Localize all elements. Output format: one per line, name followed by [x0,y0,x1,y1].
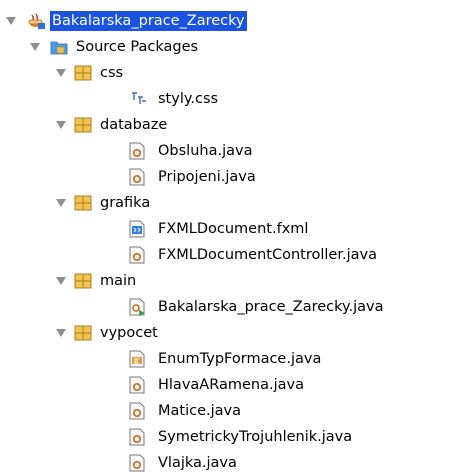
tree-node-package[interactable]: css [0,60,462,86]
tree-node-label: grafika [100,195,151,211]
expand-toggle-icon[interactable] [30,42,40,52]
package-icon [74,324,92,342]
tree-node-file[interactable]: FXMLDocument.fxml [0,216,462,242]
expand-toggle-icon[interactable] [56,328,66,338]
java-class-icon [128,402,146,420]
package-icon [74,272,92,290]
tree-node-label: FXMLDocumentController.java [158,247,377,263]
tree-node-label: Vlajka.java [158,455,237,471]
project-tree: Bakalarska_prace_Zarecky Source Packages… [0,0,462,472]
java-class-icon [128,246,146,264]
tree-node-label: SymetrickyTrojuhlenik.java [158,429,353,445]
tree-node-label: main [100,273,137,289]
package-icon [74,64,92,82]
tree-node-label: databaze [100,117,168,133]
tree-node-file[interactable]: SymetrickyTrojuhlenik.java [0,424,462,450]
java-enum-icon [128,350,146,368]
expand-toggle-icon[interactable] [56,198,66,208]
java-project-icon [26,12,45,30]
java-class-icon [128,376,146,394]
tree-node-package[interactable]: main [0,268,462,294]
tree-node-label: Obsluha.java [158,143,253,159]
tree-node-label: css [100,65,124,81]
tree-node-project[interactable]: Bakalarska_prace_Zarecky [0,8,462,34]
tree-node-file[interactable]: EnumTypFormace.java [0,346,462,372]
css-file-icon [130,90,148,108]
package-icon [74,116,92,134]
tree-node-label: styly.css [158,91,219,107]
expand-toggle-icon[interactable] [6,16,16,26]
tree-node-file[interactable]: styly.css [0,86,462,112]
tree-node-package[interactable]: vypocet [0,320,462,346]
fxml-file-icon [128,220,146,238]
tree-node-label: FXMLDocument.fxml [158,221,309,237]
tree-node-label: Matice.java [158,403,241,419]
tree-node-package[interactable]: grafika [0,190,462,216]
tree-node-label: Bakalarska_prace_Zarecky [50,11,247,31]
tree-node-package[interactable]: databaze [0,112,462,138]
expand-toggle-icon[interactable] [56,276,66,286]
package-icon [74,194,92,212]
java-class-icon [128,168,146,186]
tree-node-file[interactable]: Matice.java [0,398,462,424]
expand-toggle-icon[interactable] [56,120,66,130]
tree-node-label: HlavaARamena.java [158,377,304,393]
java-class-icon [128,142,146,160]
tree-node-file[interactable]: HlavaARamena.java [0,372,462,398]
tree-node-label: Pripojeni.java [158,169,256,185]
tree-node-label: vypocet [100,325,158,341]
tree-node-file[interactable]: Pripojeni.java [0,164,462,190]
java-class-icon [128,454,146,472]
tree-node-file[interactable]: FXMLDocumentController.java [0,242,462,268]
tree-node-source-packages[interactable]: Source Packages [0,34,462,60]
tree-node-file[interactable]: Vlajka.java [0,450,462,476]
tree-node-label: Bakalarska_prace_Zarecky.java [158,299,384,315]
tree-node-label: Source Packages [76,39,199,55]
tree-node-file[interactable]: Bakalarska_prace_Zarecky.java [0,294,462,320]
expand-toggle-icon[interactable] [56,68,66,78]
tree-node-label: EnumTypFormace.java [158,351,322,367]
java-class-icon [128,428,146,446]
source-packages-icon [50,38,68,56]
tree-node-file[interactable]: Obsluha.java [0,138,462,164]
java-main-class-icon [128,298,146,316]
